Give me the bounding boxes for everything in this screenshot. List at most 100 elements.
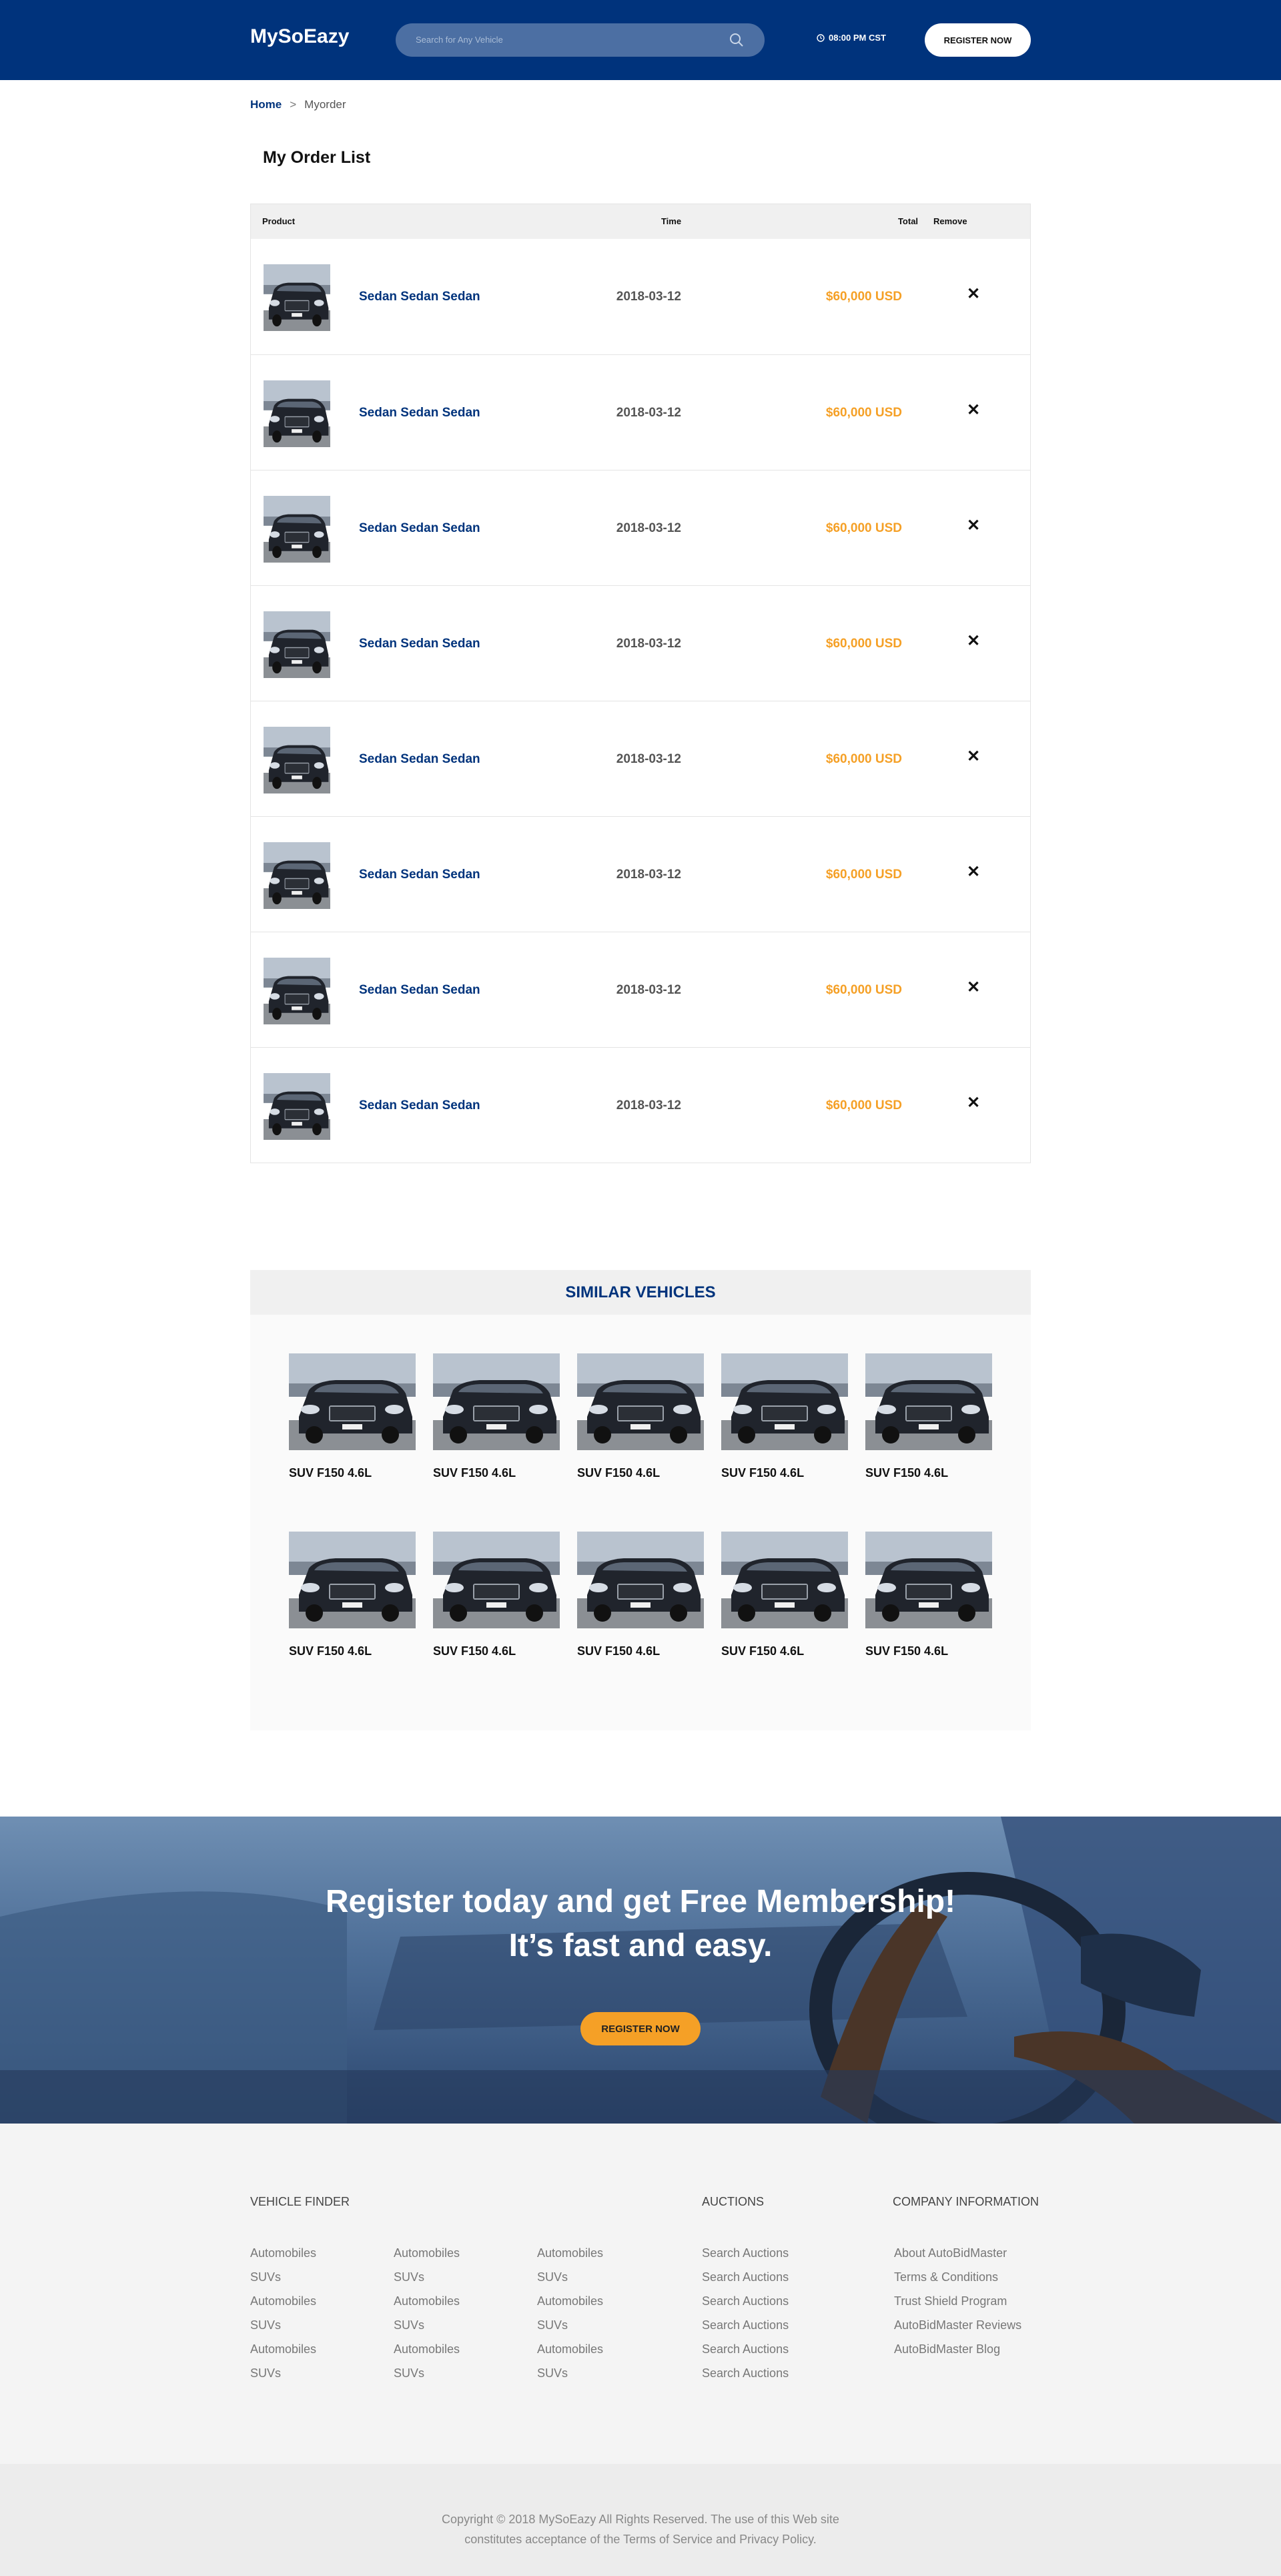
vehicle-card-image[interactable] (721, 1532, 848, 1628)
order-product-name[interactable]: Sedan Sedan Sedan (359, 521, 480, 536)
vehicle-card-name[interactable]: SUV F150 4.6L (289, 1644, 416, 1658)
footer-link-auctions[interactable]: Search Auctions (702, 2318, 789, 2332)
footer-link-vehicle-finder[interactable]: Automobiles (394, 2246, 460, 2260)
footer-link-vehicle-finder[interactable]: SUVs (537, 2366, 568, 2380)
order-product-name[interactable]: Sedan Sedan Sedan (359, 983, 480, 998)
footer-link-vehicle-finder[interactable]: SUVs (537, 2270, 568, 2284)
search-input[interactable]: Search for Any Vehicle (416, 35, 503, 45)
order-product-image[interactable] (264, 958, 330, 1024)
order-product-name[interactable]: Sedan Sedan Sedan (359, 290, 480, 304)
order-product-name[interactable]: Sedan Sedan Sedan (359, 752, 480, 767)
vehicle-card[interactable]: SUV F150 4.6L (865, 1353, 992, 1480)
vehicle-card-name[interactable]: SUV F150 4.6L (433, 1466, 560, 1480)
copyright-line-2: constitutes acceptance of the Terms of S… (464, 2533, 817, 2546)
footer-link-vehicle-finder[interactable]: Automobiles (250, 2294, 316, 2308)
vehicle-card-image[interactable] (577, 1532, 704, 1628)
order-product-image[interactable] (264, 842, 330, 909)
footer-link-vehicle-finder[interactable]: Automobiles (250, 2246, 316, 2260)
vehicle-card[interactable]: SUV F150 4.6L (577, 1532, 704, 1658)
register-banner: Register today and get Free Membership! … (0, 1817, 1281, 2124)
footer-link-vehicle-finder[interactable]: SUVs (250, 2270, 281, 2284)
vehicle-card[interactable]: SUV F150 4.6L (289, 1532, 416, 1658)
order-product-image[interactable] (264, 727, 330, 793)
vehicle-card-image[interactable] (577, 1353, 704, 1450)
footer-link-auctions[interactable]: Search Auctions (702, 2342, 789, 2356)
order-product-name[interactable]: Sedan Sedan Sedan (359, 1098, 480, 1113)
vehicle-card-image[interactable] (433, 1353, 560, 1450)
order-product-name[interactable]: Sedan Sedan Sedan (359, 637, 480, 651)
order-product-image[interactable] (264, 1073, 330, 1140)
vehicle-card-image[interactable] (433, 1532, 560, 1628)
order-time: 2018-03-12 (616, 1098, 681, 1112)
footer-link-vehicle-finder[interactable]: Automobiles (537, 2246, 603, 2260)
breadcrumb-home-link[interactable]: Home (250, 98, 282, 111)
footer-heading-vehicle-finder: VEHICLE FINDER (250, 2195, 350, 2208)
remove-icon[interactable]: ✕ (963, 1093, 983, 1112)
remove-icon[interactable]: ✕ (963, 284, 983, 304)
footer-link-company[interactable]: AutoBidMaster Blog (894, 2342, 1000, 2356)
search-bar[interactable]: Search for Any Vehicle (396, 23, 765, 57)
footer-link-vehicle-finder[interactable]: Automobiles (394, 2294, 460, 2308)
order-product-image[interactable] (264, 380, 330, 447)
footer-link-vehicle-finder[interactable]: Automobiles (394, 2342, 460, 2356)
footer-link-vehicle-finder[interactable]: SUVs (394, 2366, 424, 2380)
register-button[interactable]: REGISTER NOW (925, 23, 1031, 57)
vehicle-card[interactable]: SUV F150 4.6L (865, 1532, 992, 1658)
vehicle-card[interactable]: SUV F150 4.6L (433, 1353, 560, 1480)
remove-icon[interactable]: ✕ (963, 747, 983, 766)
banner-register-button[interactable]: REGISTER NOW (580, 2012, 701, 2045)
vehicle-card-image[interactable] (289, 1532, 416, 1628)
vehicle-card-name[interactable]: SUV F150 4.6L (721, 1644, 848, 1658)
footer-link-vehicle-finder[interactable]: Automobiles (250, 2342, 316, 2356)
site-logo[interactable]: MySoEazy (250, 25, 349, 48)
site-header: MySoEazy Search for Any Vehicle 08:00 PM… (0, 0, 1281, 80)
vehicle-card-name[interactable]: SUV F150 4.6L (865, 1466, 992, 1480)
vehicle-card[interactable]: SUV F150 4.6L (721, 1353, 848, 1480)
vehicle-card[interactable]: SUV F150 4.6L (433, 1532, 560, 1658)
remove-icon[interactable]: ✕ (963, 631, 983, 651)
vehicle-card[interactable]: SUV F150 4.6L (289, 1353, 416, 1480)
search-icon[interactable] (729, 32, 745, 48)
vehicle-card-name[interactable]: SUV F150 4.6L (865, 1644, 992, 1658)
footer-link-auctions[interactable]: Search Auctions (702, 2294, 789, 2308)
footer-link-vehicle-finder[interactable]: SUVs (250, 2366, 281, 2380)
remove-icon[interactable]: ✕ (963, 400, 983, 420)
vehicle-card-name[interactable]: SUV F150 4.6L (289, 1466, 416, 1480)
footer-link-vehicle-finder[interactable]: Automobiles (537, 2342, 603, 2356)
remove-icon[interactable]: ✕ (963, 862, 983, 882)
footer-link-auctions[interactable]: Search Auctions (702, 2246, 789, 2260)
footer-link-company[interactable]: Terms & Conditions (894, 2270, 998, 2284)
footer-link-vehicle-finder[interactable]: SUVs (394, 2270, 424, 2284)
footer-link-vehicle-finder[interactable]: SUVs (394, 2318, 424, 2332)
footer-link-company[interactable]: Trust Shield Program (894, 2294, 1007, 2308)
remove-icon[interactable]: ✕ (963, 516, 983, 535)
order-product-image[interactable] (264, 611, 330, 678)
footer-link-company[interactable]: AutoBidMaster Reviews (894, 2318, 1021, 2332)
order-product-name[interactable]: Sedan Sedan Sedan (359, 406, 480, 420)
vehicle-card[interactable]: SUV F150 4.6L (577, 1353, 704, 1480)
footer-link-auctions[interactable]: Search Auctions (702, 2270, 789, 2284)
order-product-image[interactable] (264, 264, 330, 331)
remove-icon[interactable]: ✕ (963, 978, 983, 997)
vehicle-card-image[interactable] (865, 1353, 992, 1450)
vehicle-card-image[interactable] (865, 1532, 992, 1628)
vehicle-card[interactable]: SUV F150 4.6L (721, 1532, 848, 1658)
footer-link-vehicle-finder[interactable]: Automobiles (537, 2294, 603, 2308)
footer-link-auctions[interactable]: Search Auctions (702, 2366, 789, 2380)
site-footer: VEHICLE FINDER AUCTIONS COMPANY INFORMAT… (0, 2124, 1281, 2464)
footer-link-company[interactable]: About AutoBidMaster (894, 2246, 1007, 2260)
vehicle-card-name[interactable]: SUV F150 4.6L (577, 1644, 704, 1658)
page-title: My Order List (263, 148, 371, 167)
order-row: Sedan Sedan Sedan 2018-03-12 $60,000 USD ✕ (251, 354, 1030, 470)
vehicle-card-image[interactable] (289, 1353, 416, 1450)
footer-link-vehicle-finder[interactable]: SUVs (537, 2318, 568, 2332)
vehicle-card-image[interactable] (721, 1353, 848, 1450)
vehicle-card-name[interactable]: SUV F150 4.6L (577, 1466, 704, 1480)
vehicle-card-name[interactable]: SUV F150 4.6L (433, 1644, 560, 1658)
order-product-image[interactable] (264, 496, 330, 563)
vehicle-card-name[interactable]: SUV F150 4.6L (721, 1466, 848, 1480)
order-total: $60,000 USD (825, 521, 902, 535)
column-header-product: Product (262, 216, 296, 226)
footer-link-vehicle-finder[interactable]: SUVs (250, 2318, 281, 2332)
order-product-name[interactable]: Sedan Sedan Sedan (359, 868, 480, 882)
